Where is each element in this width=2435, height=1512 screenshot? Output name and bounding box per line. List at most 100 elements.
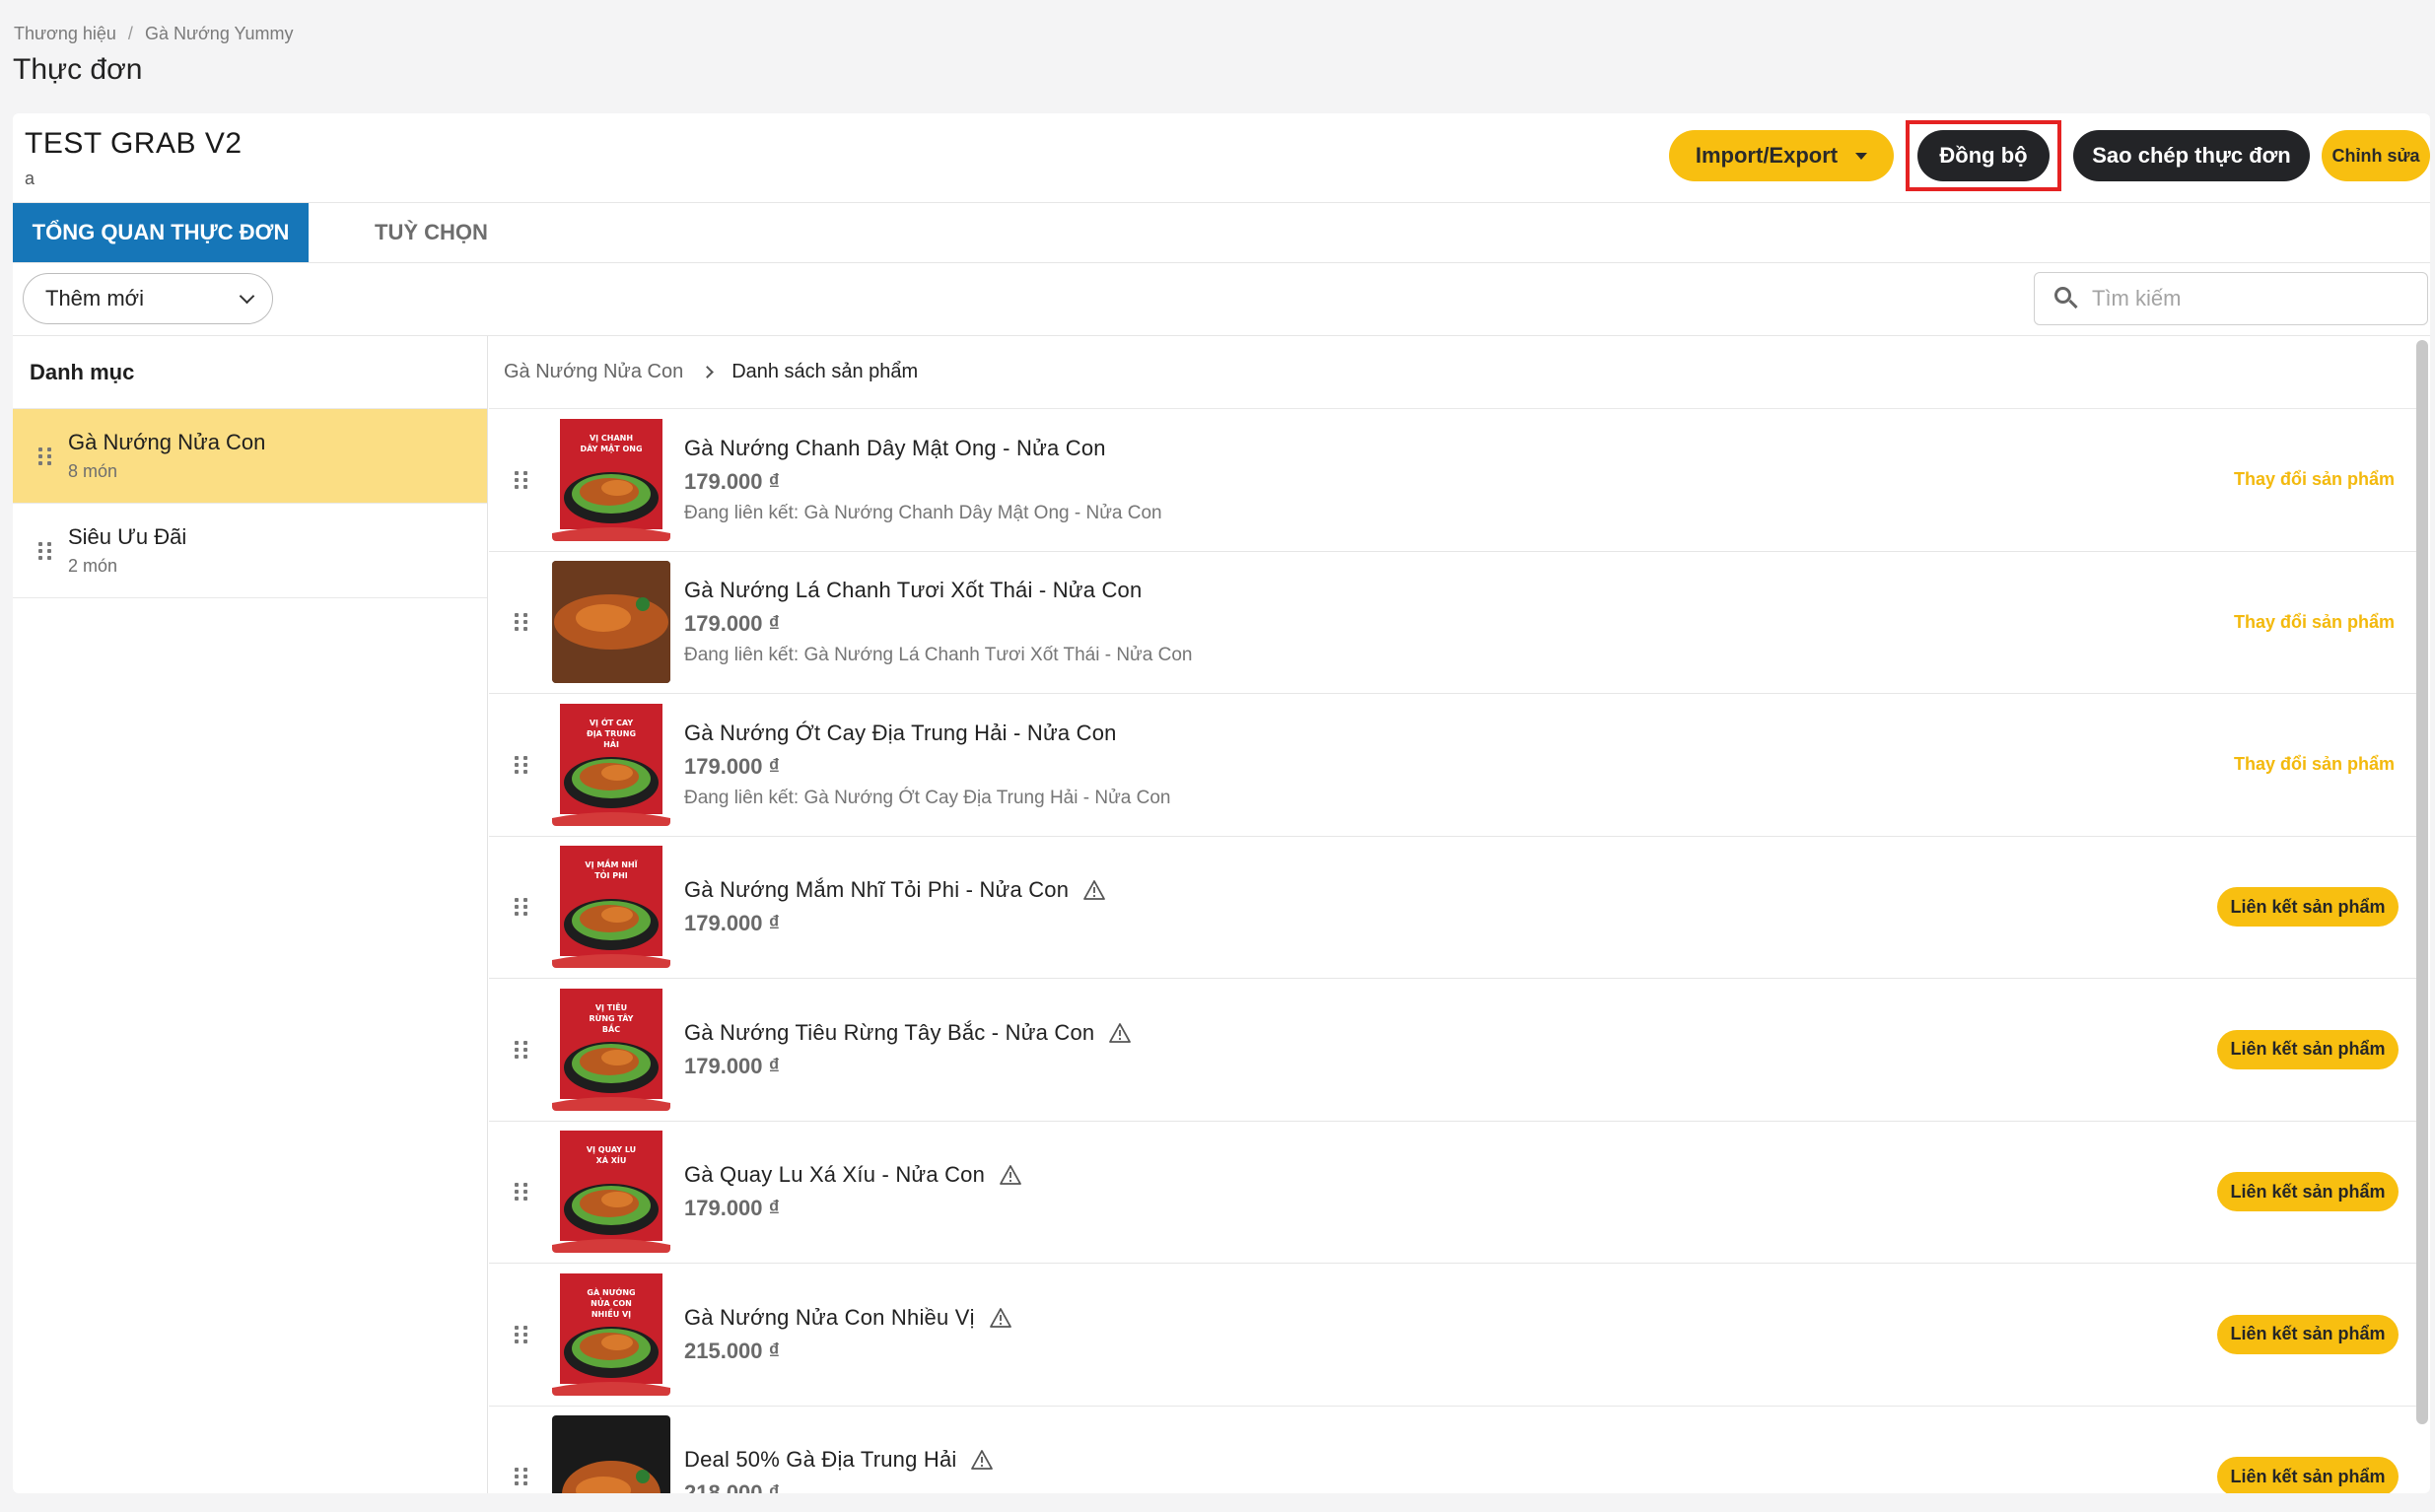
product-name: Gà Nướng Chanh Dây Mật Ong - Nửa Con xyxy=(684,435,1106,460)
svg-text:RỪNG TÂY: RỪNG TÂY xyxy=(590,1012,634,1023)
tab-bar: TỔNG QUAN THỰC ĐƠN TUỲ CHỌN xyxy=(13,203,510,262)
drag-handle-icon[interactable] xyxy=(515,898,528,917)
drag-handle-icon[interactable] xyxy=(38,447,52,465)
product-name: Gà Nướng Ớt Cay Địa Trung Hải - Nửa Con xyxy=(684,720,1117,745)
sync-highlight-box: Đồng bộ xyxy=(1906,120,2061,191)
link-product-button[interactable]: Liên kết sản phẩm xyxy=(2217,887,2399,928)
product-row: Deal 50% Gà Địa Trung Hải 218.000 ₫ Liên… xyxy=(489,1407,2418,1493)
product-breadcrumb: Gà Nướng Nửa Con Danh sách sản phẩm xyxy=(489,336,2418,409)
category-item[interactable]: Siêu Ưu Đãi 2 món xyxy=(13,504,487,598)
tab-menu-overview[interactable]: TỔNG QUAN THỰC ĐƠN xyxy=(13,203,309,262)
svg-text:XÁ XÍU: XÁ XÍU xyxy=(596,1154,627,1165)
tabs-divider xyxy=(13,262,2430,263)
svg-text:GÀ NƯỚNG: GÀ NƯỚNG xyxy=(587,1286,635,1297)
drag-handle-icon[interactable] xyxy=(38,541,52,560)
category-sidebar: Danh mục Gà Nướng Nửa Con 8 món Siêu Ưu … xyxy=(13,336,488,1493)
search-box xyxy=(2034,272,2428,325)
breadcrumb-separator: / xyxy=(127,24,133,43)
copy-menu-button[interactable]: Sao chép thực đơn xyxy=(2073,130,2310,181)
search-icon xyxy=(2054,287,2078,310)
link-product-button[interactable]: Liên kết sản phẩm xyxy=(2217,1172,2399,1212)
product-image xyxy=(552,1415,670,1493)
menu-subtitle: a xyxy=(25,169,35,188)
search-input[interactable] xyxy=(2092,286,2407,311)
category-name: Siêu Ưu Đãi xyxy=(68,524,187,549)
page-title: Thực đơn xyxy=(13,53,143,86)
product-linked-text: Đang liên kết: Gà Nướng Chanh Dây Mật On… xyxy=(684,502,1162,523)
product-breadcrumb-category[interactable]: Gà Nướng Nửa Con xyxy=(504,361,683,383)
product-image: VỊ TIÊU RỪNG TÂY BẮC xyxy=(552,988,670,1111)
import-export-label: Import/Export xyxy=(1695,143,1839,168)
product-name-row: Gà Nướng Nửa Con Nhiều Vị xyxy=(684,1305,1012,1331)
breadcrumb-brand[interactable]: Gà Nướng Yummy xyxy=(145,24,294,44)
product-image: VỊ ỚT CAY ĐỊA TRUNG HẢI xyxy=(552,703,670,826)
drag-handle-icon[interactable] xyxy=(515,1183,528,1202)
warning-icon xyxy=(1109,1022,1132,1043)
product-price: 218.000 ₫ xyxy=(684,1480,780,1493)
product-name-row: Gà Nướng Lá Chanh Tươi Xốt Thái - Nửa Co… xyxy=(684,578,1192,603)
link-product-button[interactable]: Liên kết sản phẩm xyxy=(2217,1457,2399,1493)
product-name-row: Gà Nướng Chanh Dây Mật Ong - Nửa Con xyxy=(684,436,1162,461)
svg-text:ĐỊA TRUNG: ĐỊA TRUNG xyxy=(587,729,636,738)
add-new-label: Thêm mới xyxy=(45,286,144,310)
product-row: VỊ ỚT CAY ĐỊA TRUNG HẢI Gà Nướng Ớt Cay Đị… xyxy=(489,694,2418,837)
product-price: 179.000 ₫ xyxy=(684,753,780,779)
product-name: Gà Nướng Lá Chanh Tươi Xốt Thái - Nửa Co… xyxy=(684,578,1143,603)
product-row: Gà Nướng Lá Chanh Tươi Xốt Thái - Nửa Co… xyxy=(489,552,2418,694)
product-row: VỊ CHANH DÂY MẬT ONG Gà Nướng Chanh Dây M… xyxy=(489,409,2418,552)
product-name: Gà Nướng Mắm Nhĩ Tỏi Phi - Nửa Con xyxy=(684,877,1070,903)
breadcrumb: Thương hiệu / Gà Nướng Yummy xyxy=(14,24,294,44)
product-price: 179.000 ₫ xyxy=(684,468,780,494)
drag-handle-icon[interactable] xyxy=(515,1468,528,1486)
product-linked-text: Đang liên kết: Gà Nướng Ớt Cay Địa Trung… xyxy=(684,787,1171,808)
product-price: 179.000 ₫ xyxy=(684,1196,780,1221)
drag-handle-icon[interactable] xyxy=(515,1040,528,1059)
product-name-row: Gà Nướng Ớt Cay Địa Trung Hải - Nửa Con xyxy=(684,721,1171,746)
change-product-link[interactable]: Thay đổi sản phẩm xyxy=(2234,612,2395,633)
product-row: VỊ QUAY LU XÁ XÍU Gà Quay Lu Xá Xíu - Nửa… xyxy=(489,1122,2418,1264)
product-name: Gà Nướng Nửa Con Nhiều Vị xyxy=(684,1304,975,1330)
tab-options[interactable]: TUỲ CHỌN xyxy=(353,203,510,262)
add-new-dropdown[interactable]: Thêm mới xyxy=(23,273,273,324)
svg-text:VỊ CHANH: VỊ CHANH xyxy=(590,434,633,443)
warning-icon xyxy=(1000,1165,1021,1186)
product-row: GÀ NƯỚNG NỬA CON NHIỀU VỊ Gà Nướng Nửa Con… xyxy=(489,1264,2418,1407)
chevron-down-icon xyxy=(239,288,255,304)
drag-handle-icon[interactable] xyxy=(515,1325,528,1343)
svg-text:VỊ TIÊU: VỊ TIÊU xyxy=(595,1001,627,1012)
warning-icon xyxy=(971,1450,994,1471)
change-product-link[interactable]: Thay đổi sản phẩm xyxy=(2234,469,2395,490)
sync-button[interactable]: Đồng bộ xyxy=(1917,130,2050,181)
product-breadcrumb-current: Danh sách sản phẩm xyxy=(731,361,919,382)
edit-menu-button[interactable]: Chỉnh sửa xyxy=(2322,130,2430,181)
category-name: Gà Nướng Nửa Con xyxy=(68,430,266,454)
product-name: Deal 50% Gà Địa Trung Hải xyxy=(684,1447,957,1473)
product-row: VỊ MẮM NHĨ TỎI PHI Gà Nướng Mắm Nhĩ Tỏi P… xyxy=(489,837,2418,979)
category-title: Danh mục xyxy=(13,336,487,409)
product-price: 179.000 ₫ xyxy=(684,611,780,637)
product-image: VỊ MẮM NHĨ TỎI PHI xyxy=(552,846,670,969)
category-item[interactable]: Gà Nướng Nửa Con 8 món xyxy=(13,409,487,504)
category-count: 8 món xyxy=(68,461,118,481)
product-image xyxy=(552,561,670,684)
breadcrumb-root[interactable]: Thương hiệu xyxy=(14,24,116,44)
product-price: 215.000 ₫ xyxy=(684,1338,780,1363)
svg-text:VỊ QUAY LU: VỊ QUAY LU xyxy=(587,1145,636,1154)
menu-header: TEST GRAB V2 a xyxy=(25,127,243,189)
menu-actions: Import/Export Đồng bộ Sao chép thực đơn … xyxy=(1669,120,2430,191)
product-name: Gà Nướng Tiêu Rừng Tây Bắc - Nửa Con xyxy=(684,1019,1095,1045)
import-export-button[interactable]: Import/Export xyxy=(1669,130,1894,181)
product-image: VỊ CHANH DÂY MẬT ONG xyxy=(552,418,670,541)
scrollbar[interactable] xyxy=(2416,340,2428,1424)
product-list: VỊ CHANH DÂY MẬT ONG Gà Nướng Chanh Dây M… xyxy=(489,409,2418,1493)
product-name-row: Deal 50% Gà Địa Trung Hải xyxy=(684,1447,994,1473)
product-image: VỊ QUAY LU XÁ XÍU xyxy=(552,1131,670,1254)
link-product-button[interactable]: Liên kết sản phẩm xyxy=(2217,1314,2399,1354)
drag-handle-icon[interactable] xyxy=(515,755,528,774)
change-product-link[interactable]: Thay đổi sản phẩm xyxy=(2234,754,2395,775)
link-product-button[interactable]: Liên kết sản phẩm xyxy=(2217,1029,2399,1069)
svg-text:DÂY MẬT ONG: DÂY MẬT ONG xyxy=(580,443,642,453)
drag-handle-icon[interactable] xyxy=(515,470,528,489)
drag-handle-icon[interactable] xyxy=(515,613,528,632)
warning-icon xyxy=(989,1307,1011,1328)
